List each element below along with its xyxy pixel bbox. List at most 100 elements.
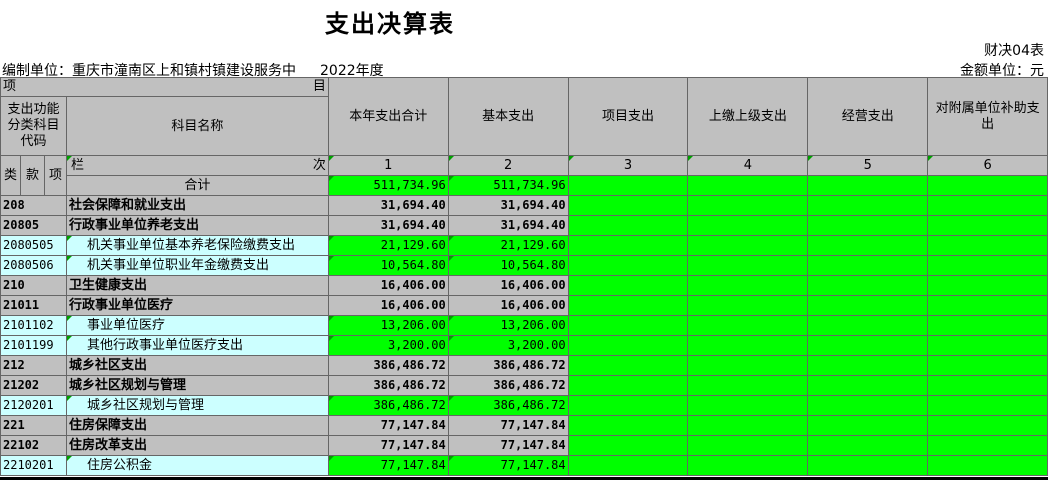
row-value-5 (807, 435, 929, 456)
table-row: 21202 城乡社区规划与管理 386,486.72 386,486.72 (0, 375, 1048, 396)
row-value-1: 386,486.72 (327, 355, 449, 376)
row-code: 2080505 (0, 235, 67, 256)
row-code: 2120201 (0, 395, 67, 416)
header-row-1: 项 目 本年支出合计 基本支出 项目支出 上缴上级支出 经营支出 对附属单位补助… (0, 77, 1048, 156)
row-value-4 (687, 315, 809, 336)
row-code: 21011 (0, 295, 67, 316)
row-value-2: 386,486.72 (447, 395, 569, 416)
table-row: 22102 住房改革支出 77,147.84 77,147.84 (0, 435, 1048, 456)
row-code: 212 (0, 355, 67, 376)
row-value-1: 77,147.84 (327, 435, 449, 456)
total-value-4 (687, 175, 809, 196)
header-row-3: 类 款 项 栏 次 1 2 3 4 5 6 (0, 155, 1048, 196)
row-value-1: 10,564.80 (327, 255, 449, 276)
row-code: 21202 (0, 375, 67, 396)
row-code: 22102 (0, 435, 67, 456)
row-value-1: 13,206.00 (327, 315, 449, 336)
table-row: 210 卫生健康支出 16,406.00 16,406.00 (0, 275, 1048, 296)
row-code: 208 (0, 195, 67, 216)
row-value-4 (687, 235, 809, 256)
kuan-header: 款 (19, 155, 45, 196)
row-value-1: 31,694.40 (327, 215, 449, 236)
row-code: 2080506 (0, 255, 67, 276)
expenditure-table: 项 目 本年支出合计 基本支出 项目支出 上缴上级支出 经营支出 对附属单位补助… (0, 77, 1048, 476)
row-code: 210 (0, 275, 67, 296)
row-value-6 (927, 275, 1048, 296)
col-header-4: 上缴上级支出 (687, 77, 809, 156)
xiang-label: 项 (3, 79, 17, 94)
col-num-6: 6 (927, 155, 1048, 176)
lei-header: 类 (0, 155, 21, 196)
row-value-6 (927, 415, 1048, 436)
row-value-1: 31,694.40 (327, 195, 449, 216)
col-header-5: 经营支出 (807, 77, 929, 156)
row-value-6 (927, 455, 1048, 476)
row-value-6 (927, 195, 1048, 216)
row-code: 20805 (0, 215, 67, 236)
row-value-5 (807, 215, 929, 236)
row-value-1: 77,147.84 (327, 455, 449, 476)
row-value-4 (687, 335, 809, 356)
row-value-5 (807, 315, 929, 336)
row-value-2: 31,694.40 (447, 215, 569, 236)
code-header: 支出功能分类科目代码 (0, 96, 67, 156)
row-value-4 (687, 375, 809, 396)
row-value-3 (567, 195, 689, 216)
row-value-4 (687, 255, 809, 276)
table-row: 212 城乡社区支出 386,486.72 386,486.72 (0, 355, 1048, 376)
row-value-1: 386,486.72 (327, 375, 449, 396)
row-value-4 (687, 195, 809, 216)
row-value-6 (927, 395, 1048, 416)
row-value-6 (927, 235, 1048, 256)
row-name: 社会保障和就业支出 (65, 195, 329, 216)
row-name: 事业单位医疗 (65, 315, 329, 336)
row-value-3 (567, 215, 689, 236)
row-value-2: 386,486.72 (447, 375, 569, 396)
row-value-3 (567, 375, 689, 396)
row-value-3 (567, 275, 689, 296)
row-value-3 (567, 235, 689, 256)
table-row: 221 住房保障支出 77,147.84 77,147.84 (0, 415, 1048, 436)
row-value-4 (687, 415, 809, 436)
row-value-1: 77,147.84 (327, 415, 449, 436)
lan-label: 栏 (70, 158, 84, 173)
lan-ci-header: 栏 次 (65, 155, 329, 176)
row-name: 城乡社区支出 (65, 355, 329, 376)
row-value-2: 31,694.40 (447, 195, 569, 216)
report-code: 财决04表 (984, 43, 1044, 59)
row-value-6 (927, 335, 1048, 356)
row-value-2: 16,406.00 (447, 295, 569, 316)
mu-label: 目 (312, 79, 326, 94)
subject-name-header: 科目名称 (65, 96, 329, 156)
row-name: 卫生健康支出 (65, 275, 329, 296)
row-value-4 (687, 275, 809, 296)
row-code: 2101199 (0, 335, 67, 356)
row-value-4 (687, 215, 809, 236)
row-value-6 (927, 295, 1048, 316)
row-value-2: 16,406.00 (447, 275, 569, 296)
total-value-6 (927, 175, 1048, 196)
row-name: 住房公积金 (65, 455, 329, 476)
col-header-2: 基本支出 (447, 77, 569, 156)
row-value-1: 16,406.00 (327, 275, 449, 296)
table-row: 21011 行政事业单位医疗 16,406.00 16,406.00 (0, 295, 1048, 316)
row-value-2: 77,147.84 (447, 415, 569, 436)
row-value-5 (807, 335, 929, 356)
row-value-2: 13,206.00 (447, 315, 569, 336)
xiang-mu-header: 项 目 (0, 77, 329, 97)
row-value-3 (567, 335, 689, 356)
report-title: 支出决算表 (325, 10, 455, 38)
row-value-5 (807, 355, 929, 376)
row-name: 住房改革支出 (65, 435, 329, 456)
col-num-1: 1 (327, 155, 449, 176)
row-value-6 (927, 375, 1048, 396)
row-value-5 (807, 235, 929, 256)
row-name: 机关事业单位职业年金缴费支出 (65, 255, 329, 276)
row-value-6 (927, 255, 1048, 276)
row-value-3 (567, 415, 689, 436)
row-value-4 (687, 295, 809, 316)
col-header-6: 对附属单位补助支出 (927, 77, 1048, 156)
row-value-3 (567, 355, 689, 376)
col-header-3: 项目支出 (567, 77, 689, 156)
total-label: 合计 (65, 175, 329, 196)
